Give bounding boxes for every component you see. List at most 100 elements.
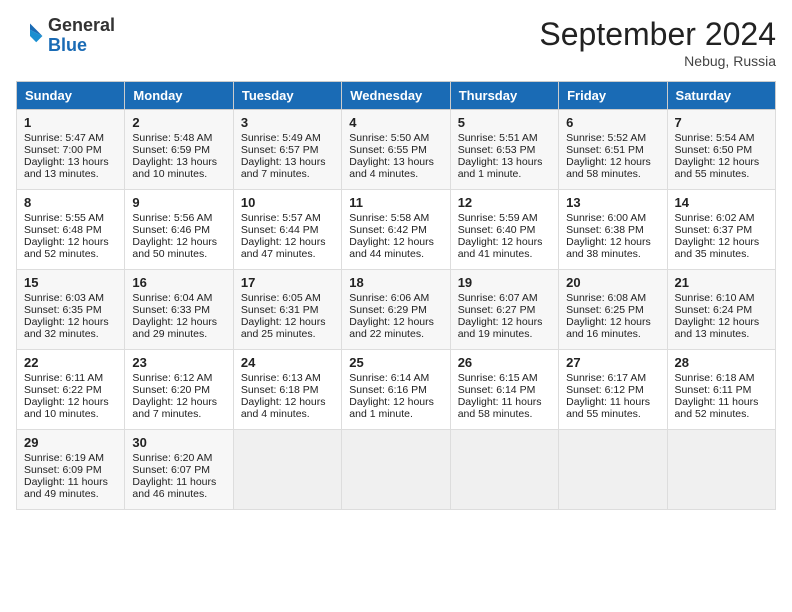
- day-number: 10: [241, 195, 334, 210]
- daylight-text: Daylight: 12 hours and 44 minutes.: [349, 236, 434, 260]
- sunrise-text: Sunrise: 5:51 AM: [458, 132, 538, 144]
- sunset-text: Sunset: 6:24 PM: [675, 304, 753, 316]
- sunrise-text: Sunrise: 5:49 AM: [241, 132, 321, 144]
- table-row: 7Sunrise: 5:54 AMSunset: 6:50 PMDaylight…: [667, 110, 775, 190]
- sunrise-text: Sunrise: 6:02 AM: [675, 212, 755, 224]
- day-number: 15: [24, 275, 117, 290]
- table-row: 16Sunrise: 6:04 AMSunset: 6:33 PMDayligh…: [125, 270, 233, 350]
- table-row: [559, 430, 667, 510]
- logo-icon: [16, 22, 44, 50]
- sunrise-text: Sunrise: 6:00 AM: [566, 212, 646, 224]
- table-row: 6 Sunrise: 5:52 AMSunset: 6:51 PMDaylight…: [559, 110, 667, 190]
- sunrise-text: Sunrise: 6:06 AM: [349, 292, 429, 304]
- table-row: 24Sunrise: 6:13 AMSunset: 6:18 PMDayligh…: [233, 350, 341, 430]
- daylight-text: Daylight: 12 hours and 22 minutes.: [349, 316, 434, 340]
- sunset-text: Sunset: 6:07 PM: [132, 464, 210, 476]
- sunset-text: Sunset: 6:18 PM: [241, 384, 319, 396]
- day-number: 24: [241, 355, 334, 370]
- day-number: 22: [24, 355, 117, 370]
- day-number: 27: [566, 355, 659, 370]
- page-header: General Blue September 2024 Nebug, Russi…: [16, 16, 776, 69]
- table-row: 19Sunrise: 6:07 AMSunset: 6:27 PMDayligh…: [450, 270, 558, 350]
- day-number: 26: [458, 355, 551, 370]
- sunset-text: Sunset: 6:42 PM: [349, 224, 427, 236]
- table-row: 5Sunrise: 5:51 AMSunset: 6:53 PMDaylight…: [450, 110, 558, 190]
- sunrise-text: Sunrise: 5:58 AM: [349, 212, 429, 224]
- day-number: 3: [241, 115, 334, 130]
- day-number: 30: [132, 435, 225, 450]
- day-number: 8: [24, 195, 117, 210]
- calendar-row: 15Sunrise: 6:03 AMSunset: 6:35 PMDayligh…: [17, 270, 776, 350]
- table-row: 22Sunrise: 6:11 AMSunset: 6:22 PMDayligh…: [17, 350, 125, 430]
- sunset-text: Sunset: 6:33 PM: [132, 304, 210, 316]
- table-row: 21Sunrise: 6:10 AMSunset: 6:24 PMDayligh…: [667, 270, 775, 350]
- sunrise-text: Sunrise: 6:19 AM: [24, 452, 104, 464]
- table-row: 10Sunrise: 5:57 AMSunset: 6:44 PMDayligh…: [233, 190, 341, 270]
- sunset-text: Sunset: 6:50 PM: [675, 144, 753, 156]
- sunset-text: Sunset: 6:12 PM: [566, 384, 644, 396]
- table-row: 9Sunrise: 5:56 AMSunset: 6:46 PMDaylight…: [125, 190, 233, 270]
- daylight-text: Daylight: 12 hours and 50 minutes.: [132, 236, 217, 260]
- daylight-text: Daylight: 12 hours and 47 minutes.: [241, 236, 326, 260]
- col-monday: Monday: [125, 82, 233, 110]
- day-number: 4: [349, 115, 442, 130]
- daylight-text: Daylight: 12 hours and 58 minutes.: [566, 156, 651, 180]
- sunset-text: Sunset: 6:25 PM: [566, 304, 644, 316]
- day-number: 1: [24, 115, 117, 130]
- table-row: [233, 430, 341, 510]
- sunrise-text: Sunrise: 6:15 AM: [458, 372, 538, 384]
- sunrise-text: Sunrise: 5:59 AM: [458, 212, 538, 224]
- sunrise-text: Sunrise: 5:52 AM: [566, 132, 646, 144]
- sunset-text: Sunset: 6:22 PM: [24, 384, 102, 396]
- table-row: 11Sunrise: 5:58 AMSunset: 6:42 PMDayligh…: [342, 190, 450, 270]
- table-row: 30Sunrise: 6:20 AMSunset: 6:07 PMDayligh…: [125, 430, 233, 510]
- day-number: 6: [566, 115, 659, 130]
- sunrise-text: Sunrise: 6:18 AM: [675, 372, 755, 384]
- sunset-text: Sunset: 6:44 PM: [241, 224, 319, 236]
- day-number: 18: [349, 275, 442, 290]
- daylight-text: Daylight: 12 hours and 13 minutes.: [675, 316, 760, 340]
- sunset-text: Sunset: 6:55 PM: [349, 144, 427, 156]
- day-number: 13: [566, 195, 659, 210]
- table-row: 26Sunrise: 6:15 AMSunset: 6:14 PMDayligh…: [450, 350, 558, 430]
- table-row: 17Sunrise: 6:05 AMSunset: 6:31 PMDayligh…: [233, 270, 341, 350]
- sunrise-text: Sunrise: 5:55 AM: [24, 212, 104, 224]
- daylight-text: Daylight: 12 hours and 38 minutes.: [566, 236, 651, 260]
- daylight-text: Daylight: 11 hours and 52 minutes.: [675, 396, 759, 420]
- sunset-text: Sunset: 6:53 PM: [458, 144, 536, 156]
- sunrise-text: Sunrise: 6:17 AM: [566, 372, 646, 384]
- sunset-text: Sunset: 6:20 PM: [132, 384, 210, 396]
- day-number: 5: [458, 115, 551, 130]
- sunset-text: Sunset: 7:00 PM: [24, 144, 102, 156]
- daylight-text: Daylight: 12 hours and 41 minutes.: [458, 236, 543, 260]
- table-row: 20Sunrise: 6:08 AMSunset: 6:25 PMDayligh…: [559, 270, 667, 350]
- logo-blue: Blue: [48, 36, 115, 56]
- daylight-text: Daylight: 11 hours and 46 minutes.: [132, 476, 216, 500]
- daylight-text: Daylight: 12 hours and 55 minutes.: [675, 156, 760, 180]
- sunrise-text: Sunrise: 6:11 AM: [24, 372, 103, 384]
- sunset-text: Sunset: 6:16 PM: [349, 384, 427, 396]
- daylight-text: Daylight: 12 hours and 52 minutes.: [24, 236, 109, 260]
- calendar-table: Sunday Monday Tuesday Wednesday Thursday…: [16, 81, 776, 510]
- daylight-text: Daylight: 12 hours and 25 minutes.: [241, 316, 326, 340]
- table-row: 1Sunrise: 5:47 AMSunset: 7:00 PMDaylight…: [17, 110, 125, 190]
- day-number: 9: [132, 195, 225, 210]
- table-row: 28Sunrise: 6:18 AMSunset: 6:11 PMDayligh…: [667, 350, 775, 430]
- sunset-text: Sunset: 6:11 PM: [675, 384, 752, 396]
- calendar-row: 8Sunrise: 5:55 AMSunset: 6:48 PMDaylight…: [17, 190, 776, 270]
- day-number: 29: [24, 435, 117, 450]
- daylight-text: Daylight: 12 hours and 7 minutes.: [132, 396, 217, 420]
- sunset-text: Sunset: 6:57 PM: [241, 144, 319, 156]
- sunset-text: Sunset: 6:38 PM: [566, 224, 644, 236]
- table-row: [342, 430, 450, 510]
- daylight-text: Daylight: 11 hours and 58 minutes.: [458, 396, 542, 420]
- daylight-text: Daylight: 11 hours and 49 minutes.: [24, 476, 108, 500]
- sunset-text: Sunset: 6:51 PM: [566, 144, 644, 156]
- sunset-text: Sunset: 6:40 PM: [458, 224, 536, 236]
- logo-general: General: [48, 16, 115, 36]
- daylight-text: Daylight: 11 hours and 55 minutes.: [566, 396, 650, 420]
- table-row: 4Sunrise: 5:50 AMSunset: 6:55 PMDaylight…: [342, 110, 450, 190]
- table-row: 27 Sunrise: 6:17 AMSunset: 6:12 PMDayligh…: [559, 350, 667, 430]
- sunrise-text: Sunrise: 6:13 AM: [241, 372, 321, 384]
- calendar-row: 22 Sunrise: 6:11 AMSunset: 6:22 PM Dayligh…: [17, 350, 776, 430]
